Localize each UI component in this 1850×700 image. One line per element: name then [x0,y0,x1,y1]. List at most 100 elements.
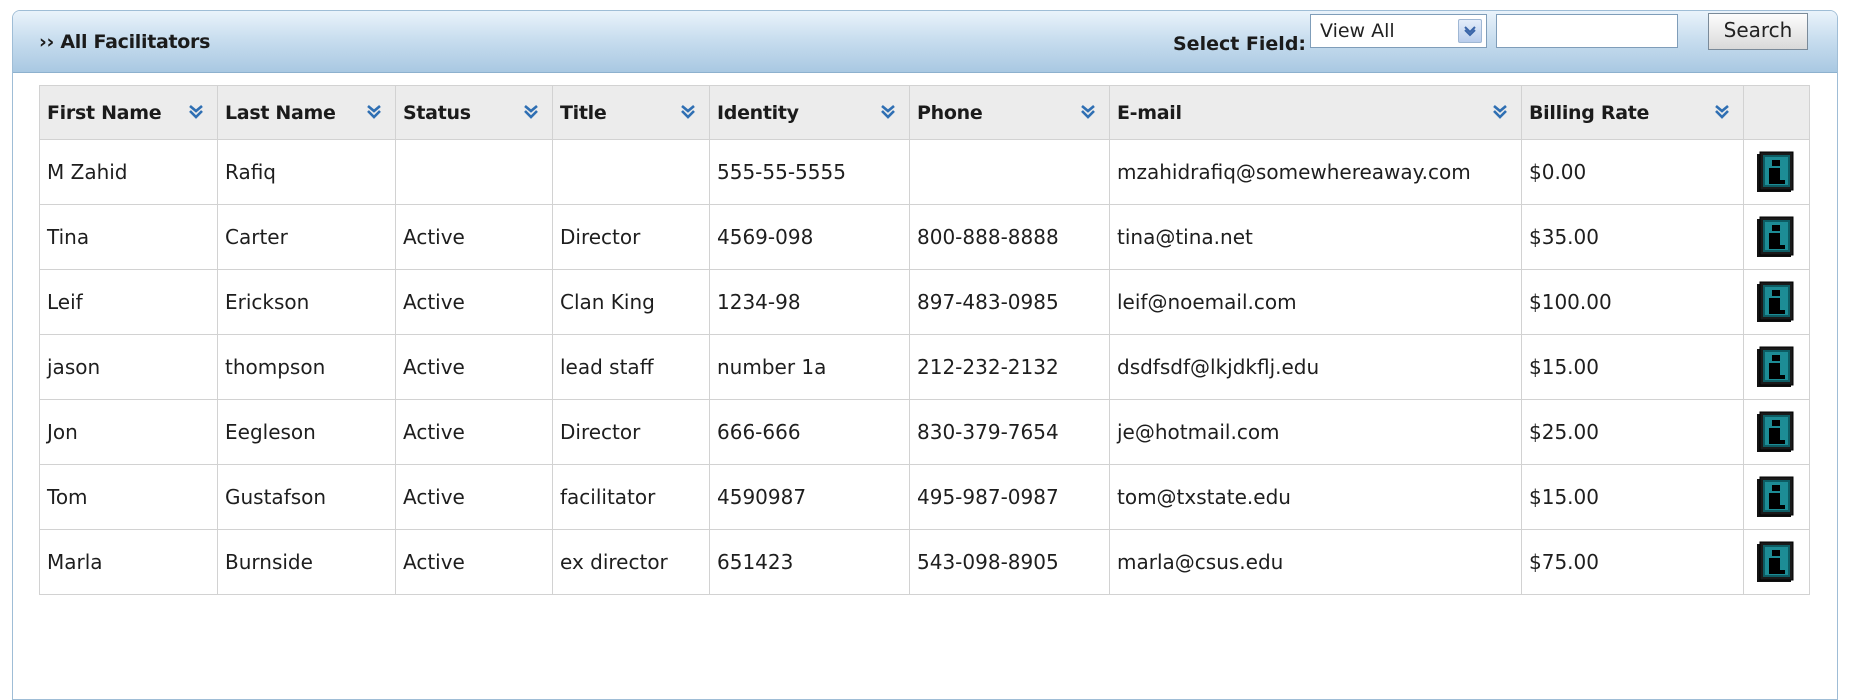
column-header-identity[interactable]: Identity [709,85,910,140]
select-field-label: Select Field: [1173,33,1307,55]
cell-phone: 800-888-8888 [909,204,1110,270]
column-header-actions [1743,85,1810,140]
table-row[interactable]: Leif Erickson Active Clan King 1234-98 897-48… [39,269,1810,335]
cell-actions [1743,529,1810,595]
cell-actions [1743,334,1810,400]
cell-first-name: Tom [39,464,218,530]
info-icon[interactable] [1755,150,1795,194]
cell-actions [1743,399,1810,465]
info-icon[interactable] [1755,215,1795,259]
column-header-label: First Name [47,101,162,124]
column-header-label: Phone [917,101,983,124]
table-row[interactable]: jason thompson Active lead staff number 1a 21… [39,334,1810,400]
sort-down-icon[interactable] [1081,105,1095,119]
table-row[interactable]: M Zahid Rafiq 555-55-5555 mzahidrafiq@somew… [39,139,1810,205]
cell-last-name: Erickson [217,269,396,335]
column-header-label: Title [560,101,607,124]
cell-title: facilitator [552,464,710,530]
cell-phone: 897-483-0985 [909,269,1110,335]
cell-last-name: Carter [217,204,396,270]
info-icon[interactable] [1755,410,1795,454]
cell-actions [1743,464,1810,530]
facilitators-table: First Name Last Name Status Title Identity Ph… [39,85,1810,595]
cell-first-name: Jon [39,399,218,465]
sort-down-icon[interactable] [1715,105,1729,119]
cell-last-name: Burnside [217,529,396,595]
cell-email: mzahidrafiq@somewhereaway.com [1109,139,1522,205]
info-icon[interactable] [1755,540,1795,584]
cell-title: Director [552,204,710,270]
facilitators-panel: ›› All Facilitators Select Field: View A… [12,10,1838,700]
cell-status: Active [395,269,553,335]
cell-identity: number 1a [709,334,910,400]
cell-email: marla@csus.edu [1109,529,1522,595]
column-header-last-name[interactable]: Last Name [217,85,396,140]
cell-title: lead staff [552,334,710,400]
cell-email: je@hotmail.com [1109,399,1522,465]
cell-first-name: M Zahid [39,139,218,205]
cell-phone: 495-987-0987 [909,464,1110,530]
cell-billing-rate: $15.00 [1521,334,1744,400]
cell-first-name: Leif [39,269,218,335]
cell-phone [909,139,1110,205]
panel-header: ›› All Facilitators Select Field: View A… [13,11,1837,73]
cell-status: Active [395,204,553,270]
table-row[interactable]: Marla Burnside Active ex director 651423 543-… [39,529,1810,595]
cell-last-name: Eegleson [217,399,396,465]
sort-down-icon[interactable] [189,105,203,119]
sort-down-icon[interactable] [1493,105,1507,119]
sort-down-icon[interactable] [881,105,895,119]
info-icon[interactable] [1755,345,1795,389]
cell-billing-rate: $0.00 [1521,139,1744,205]
cell-identity: 1234-98 [709,269,910,335]
column-header-label: Billing Rate [1529,101,1650,124]
table-row[interactable]: Jon Eegleson Active Director 666-666 830-379-… [39,399,1810,465]
cell-last-name: thompson [217,334,396,400]
column-header-status[interactable]: Status [395,85,553,140]
info-icon[interactable] [1755,475,1795,519]
field-select-value: View All [1320,20,1395,42]
cell-billing-rate: $25.00 [1521,399,1744,465]
column-header-title[interactable]: Title [552,85,710,140]
cell-first-name: Tina [39,204,218,270]
cell-actions [1743,269,1810,335]
cell-last-name: Rafiq [217,139,396,205]
cell-status: Active [395,334,553,400]
cell-first-name: jason [39,334,218,400]
column-header-email[interactable]: E-mail [1109,85,1522,140]
cell-billing-rate: $100.00 [1521,269,1744,335]
column-header-label: Status [403,101,471,124]
cell-actions [1743,204,1810,270]
table-row[interactable]: Tina Carter Active Director 4569-098 800-888-… [39,204,1810,270]
cell-actions [1743,139,1810,205]
cell-identity: 555-55-5555 [709,139,910,205]
cell-email: tom@txstate.edu [1109,464,1522,530]
cell-identity: 651423 [709,529,910,595]
cell-phone: 543-098-8905 [909,529,1110,595]
cell-email: tina@tina.net [1109,204,1522,270]
column-header-first-name[interactable]: First Name [39,85,218,140]
cell-title: Clan King [552,269,710,335]
sort-down-icon[interactable] [524,105,538,119]
panel-title: ›› All Facilitators [39,31,211,53]
info-icon[interactable] [1755,280,1795,324]
sort-down-icon[interactable] [681,105,695,119]
search-input[interactable] [1496,14,1678,48]
column-header-phone[interactable]: Phone [909,85,1110,140]
column-header-label: E-mail [1117,101,1182,124]
cell-billing-rate: $35.00 [1521,204,1744,270]
cell-last-name: Gustafson [217,464,396,530]
cell-status: Active [395,529,553,595]
search-button[interactable]: Search [1708,13,1808,50]
cell-billing-rate: $15.00 [1521,464,1744,530]
cell-billing-rate: $75.00 [1521,529,1744,595]
field-select[interactable]: View All [1310,14,1487,48]
cell-title: ex director [552,529,710,595]
column-header-billing-rate[interactable]: Billing Rate [1521,85,1744,140]
cell-title [552,139,710,205]
chevron-down-icon[interactable] [1458,19,1482,43]
sort-down-icon[interactable] [367,105,381,119]
cell-email: dsdfsdf@lkjdkflj.edu [1109,334,1522,400]
table-row[interactable]: Tom Gustafson Active facilitator 4590987 495-… [39,464,1810,530]
cell-identity: 4569-098 [709,204,910,270]
